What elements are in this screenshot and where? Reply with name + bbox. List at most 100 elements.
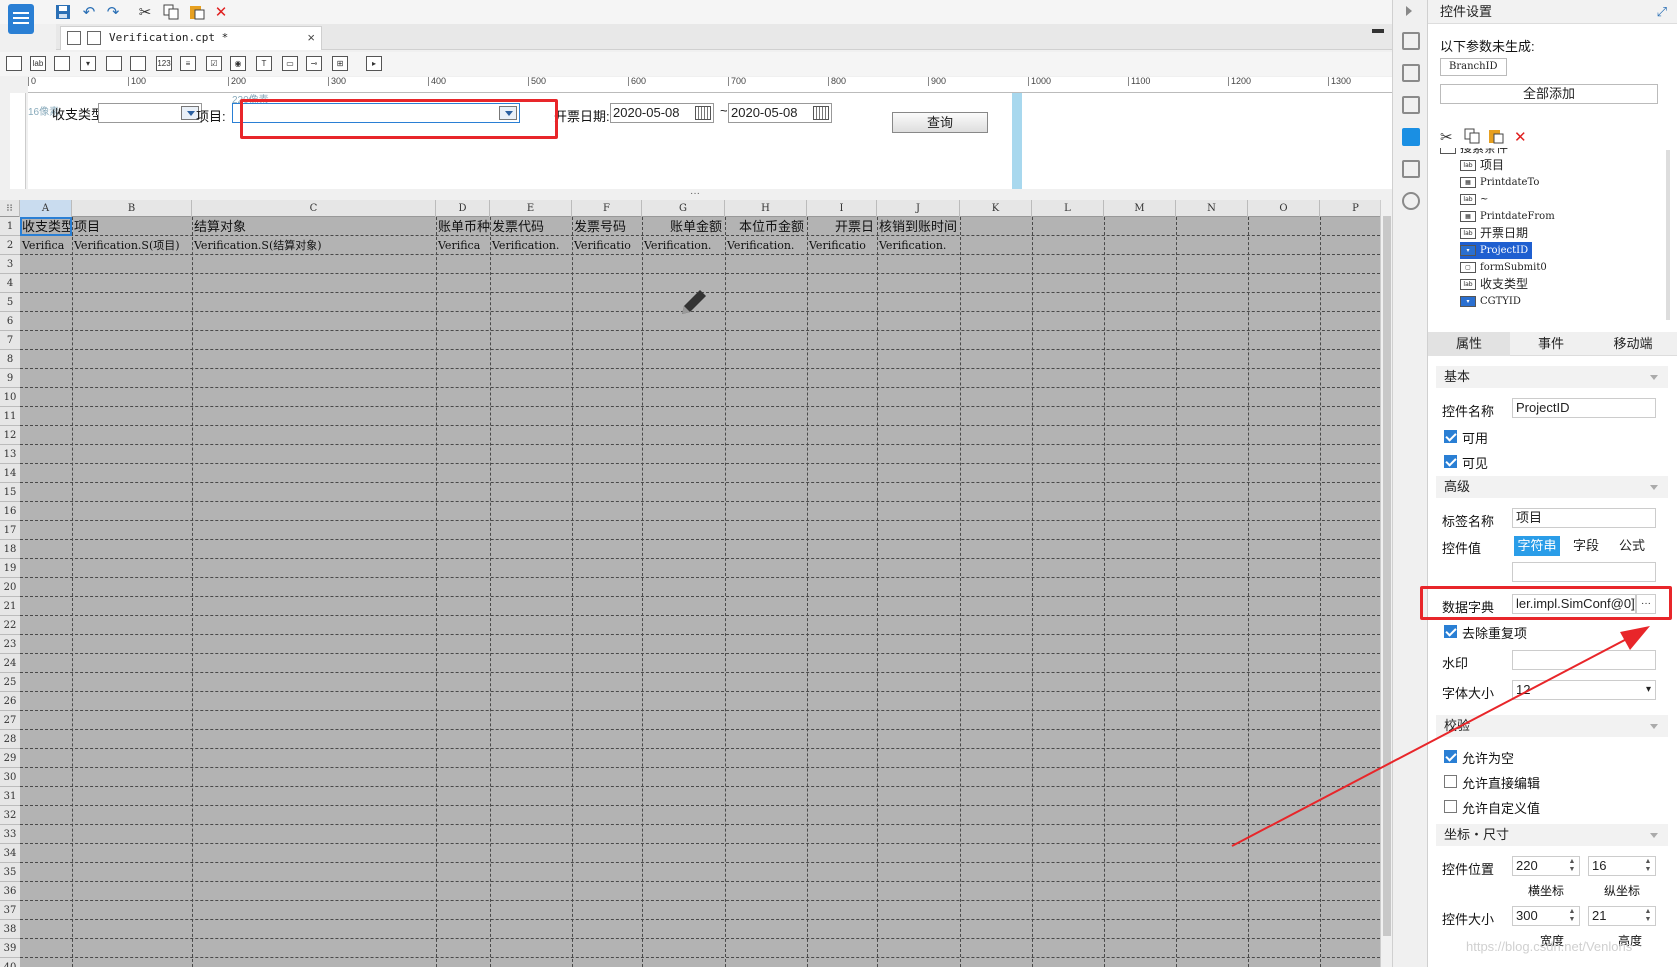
column-header-cell[interactable]: J xyxy=(877,200,960,217)
column-header-cell[interactable]: M xyxy=(1104,200,1176,217)
date-to-input[interactable]: 2020-05-08 xyxy=(728,103,832,123)
pos-y-input[interactable]: 16 ▲ ▼ xyxy=(1588,856,1656,876)
tree-node[interactable]: ▦ PrintdateTo xyxy=(1460,174,1539,191)
table-cell[interactable]: Verifica xyxy=(20,236,72,255)
table-cell[interactable]: 发票号码 xyxy=(572,217,642,236)
type-combo[interactable] xyxy=(98,103,202,123)
tree-node[interactable]: ▾ ProjectID xyxy=(1460,242,1533,259)
link-icon[interactable] xyxy=(1402,192,1420,210)
table-cell[interactable]: Verification. xyxy=(490,236,572,255)
row-header-cell[interactable]: 20 xyxy=(0,578,20,597)
redo-icon[interactable]: ↷ xyxy=(104,3,122,21)
paste-icon[interactable] xyxy=(188,3,206,21)
row-header-cell[interactable]: 5 xyxy=(0,293,20,312)
table-cell[interactable]: Verification. xyxy=(642,236,725,255)
table-cell[interactable]: Verificatio xyxy=(572,236,642,255)
row-header-cell[interactable]: 33 xyxy=(0,825,20,844)
frame-icon[interactable] xyxy=(1402,96,1420,114)
section-geometry[interactable]: 坐标・尺寸 xyxy=(1436,824,1668,846)
watermark-input[interactable] xyxy=(1512,650,1656,670)
chevron-down-icon[interactable]: ▾ xyxy=(1646,681,1651,699)
row-header-cell[interactable]: 14 xyxy=(0,464,20,483)
tree-node[interactable]: ▾ CGTYID xyxy=(1460,293,1521,310)
form-layout-icon[interactable] xyxy=(1402,64,1420,82)
table-cell[interactable]: 项目 xyxy=(72,217,192,236)
tree-node[interactable]: lab 项目 xyxy=(1460,157,1504,174)
query-button[interactable]: 查询 xyxy=(892,112,988,133)
row-header-cell[interactable]: 17 xyxy=(0,521,20,540)
tree-node[interactable]: ▢ formSubmit0 xyxy=(1460,259,1547,276)
widget-name-input[interactable]: ProjectID xyxy=(1512,398,1656,418)
table-cell[interactable]: 开票日 xyxy=(807,217,877,236)
table-cell[interactable]: 核销到账时间 xyxy=(877,217,960,236)
column-header-cell[interactable]: I xyxy=(807,200,877,217)
column-header-cell[interactable]: B xyxy=(72,200,192,217)
calendar-icon[interactable] xyxy=(695,106,711,120)
tab-properties[interactable]: 属性 xyxy=(1428,332,1510,356)
row-header-cell[interactable]: 23 xyxy=(0,635,20,654)
row-header-cell[interactable]: 27 xyxy=(0,711,20,730)
table-cell[interactable]: 结算对象 xyxy=(192,217,436,236)
number-widget-icon[interactable]: 123 xyxy=(156,56,172,71)
row-header-cell[interactable]: 26 xyxy=(0,692,20,711)
column-header-cell[interactable]: C xyxy=(192,200,436,217)
allow-custom-checkbox[interactable] xyxy=(1444,800,1457,813)
date-from-input[interactable]: 2020-05-08 xyxy=(610,103,714,123)
tree-scrollbar[interactable] xyxy=(1666,150,1670,320)
value-type-formula[interactable]: 公式 xyxy=(1610,536,1654,556)
height-input[interactable]: 21 ▲ ▼ xyxy=(1588,906,1656,926)
allow-empty-checkbox[interactable] xyxy=(1444,750,1457,763)
slider-widget-icon[interactable]: ⊸ xyxy=(306,56,322,71)
value-type-field[interactable]: 字段 xyxy=(1564,536,1608,556)
section-check[interactable]: 校验 xyxy=(1436,715,1668,737)
row-header-cell[interactable]: 15 xyxy=(0,483,20,502)
spinner-icon[interactable]: ▲ ▼ xyxy=(1567,908,1577,924)
row-header-cell[interactable]: 1 xyxy=(0,217,20,236)
row-header-cell[interactable]: 8 xyxy=(0,350,20,369)
label-widget-icon[interactable] xyxy=(6,56,22,71)
table-cell[interactable]: Verification.S(项目) xyxy=(72,236,192,255)
row-header-cell[interactable]: 24 xyxy=(0,654,20,673)
widget-settings-icon[interactable] xyxy=(1402,128,1420,146)
row-header-cell[interactable]: 13 xyxy=(0,445,20,464)
calendar-icon[interactable] xyxy=(813,106,829,120)
table-cell[interactable]: 账单币种 xyxy=(436,217,490,236)
row-header-cell[interactable]: 3 xyxy=(0,255,20,274)
row-header-cell[interactable]: 29 xyxy=(0,749,20,768)
tree-widget-icon[interactable]: ⊞ xyxy=(332,56,348,71)
pos-x-input[interactable]: 220 ▲ ▼ xyxy=(1512,856,1580,876)
param-tag[interactable]: BranchID xyxy=(1440,58,1507,76)
column-header-cell[interactable]: H xyxy=(725,200,807,217)
form-edge[interactable] xyxy=(1012,93,1022,189)
column-header-cell[interactable]: P xyxy=(1320,200,1380,217)
widget-library-icon[interactable] xyxy=(1402,32,1420,50)
visible-checkbox[interactable] xyxy=(1444,455,1457,468)
remove-dup-checkbox[interactable] xyxy=(1444,625,1457,638)
scroll-thumb[interactable] xyxy=(1383,216,1391,936)
row-header-cell[interactable]: 32 xyxy=(0,806,20,825)
row-header-cell[interactable]: 25 xyxy=(0,673,20,692)
table-cell[interactable]: 本位币金额 xyxy=(725,217,807,236)
row-header-cell[interactable]: 34 xyxy=(0,844,20,863)
column-header-cell[interactable]: E xyxy=(490,200,572,217)
tag-name-input[interactable]: 项目 xyxy=(1512,508,1656,528)
allow-direct-edit-checkbox[interactable] xyxy=(1444,775,1457,788)
list-widget-icon[interactable] xyxy=(130,56,146,71)
row-header-cell[interactable]: 11 xyxy=(0,407,20,426)
column-header-cell[interactable]: L xyxy=(1032,200,1104,217)
paste-icon[interactable] xyxy=(1488,128,1504,148)
column-header-cell[interactable]: K xyxy=(960,200,1032,217)
row-header-cell[interactable]: 10 xyxy=(0,388,20,407)
cut-icon[interactable]: ✂ xyxy=(136,3,154,21)
column-header-cell[interactable]: O xyxy=(1248,200,1320,217)
combo-widget-icon[interactable]: ▾ xyxy=(80,56,96,71)
close-icon[interactable]: × xyxy=(307,27,315,49)
copy-icon[interactable] xyxy=(1464,128,1480,148)
save-icon[interactable] xyxy=(54,3,72,21)
row-header-cell[interactable]: 37 xyxy=(0,901,20,920)
cut-icon[interactable]: ✂ xyxy=(1440,128,1453,146)
section-advanced[interactable]: 高级 xyxy=(1436,476,1668,498)
delete-icon[interactable]: ✕ xyxy=(1514,128,1527,146)
row-header-cell[interactable]: 30 xyxy=(0,768,20,787)
table-cell[interactable]: Verifica xyxy=(436,236,490,255)
